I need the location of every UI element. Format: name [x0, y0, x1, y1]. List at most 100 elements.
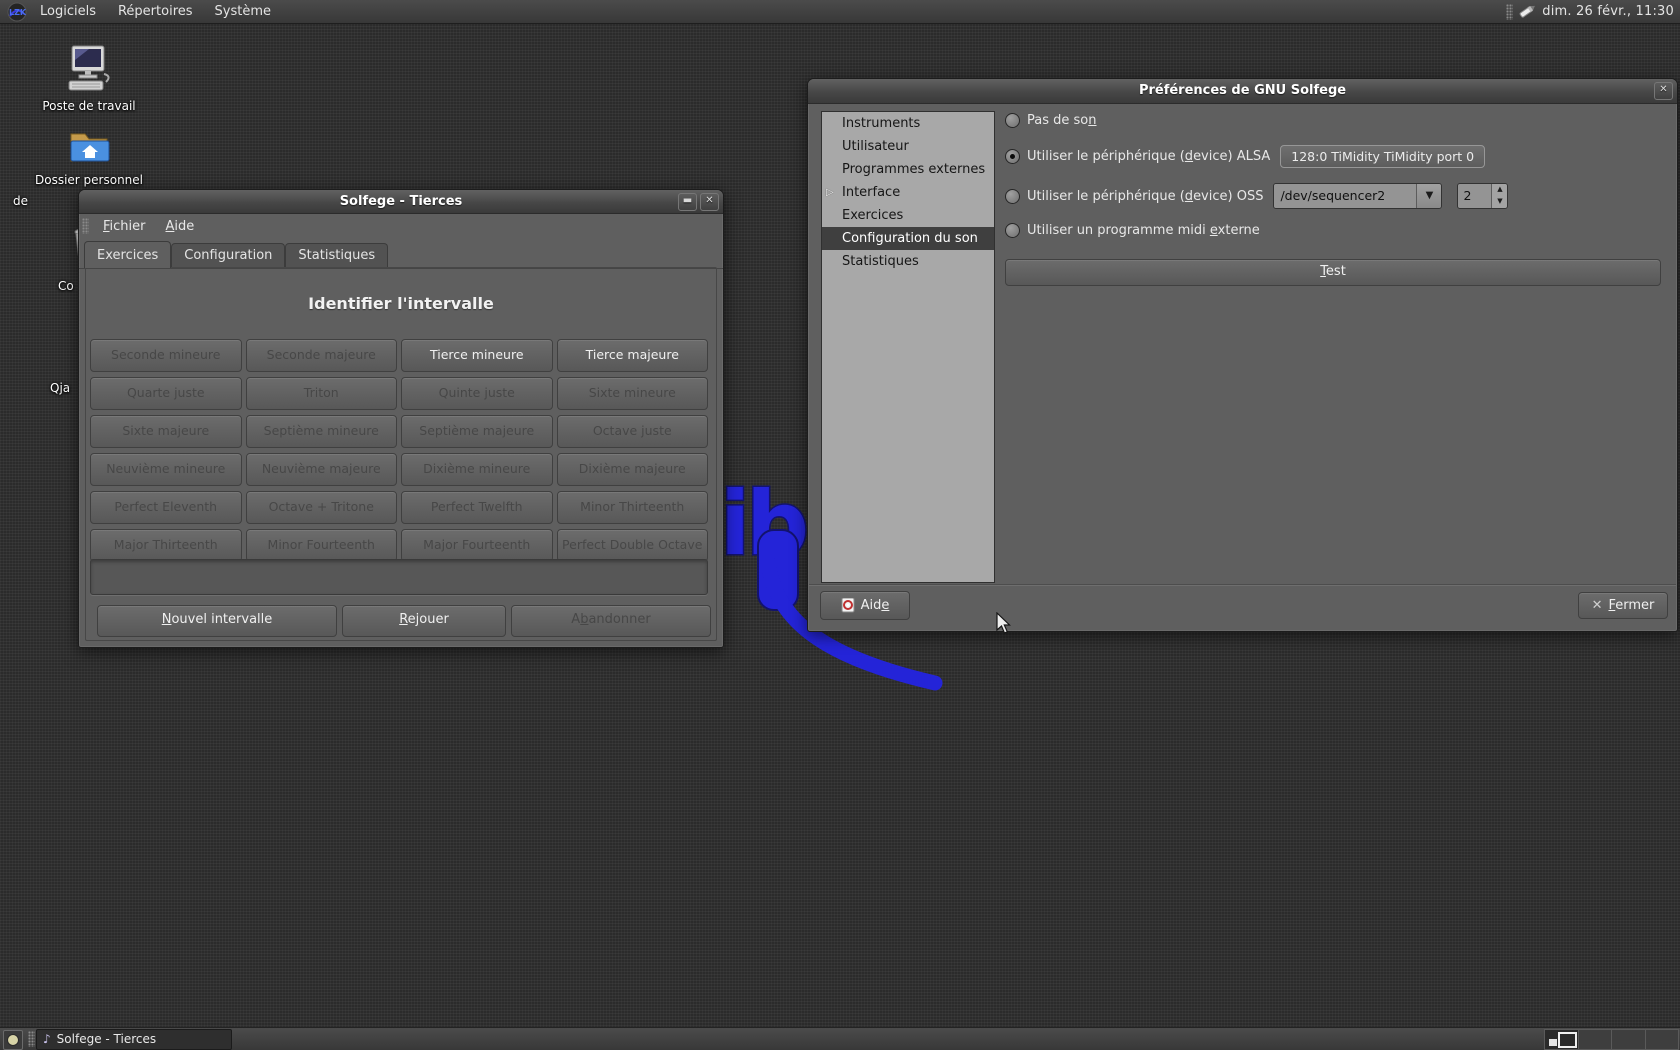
spin-up-icon[interactable]: ▲	[1492, 184, 1507, 196]
preferences-dialog: Préférences de GNU Solfege ✕ Instruments…	[807, 78, 1678, 632]
interval-button: Octave juste	[556, 415, 708, 448]
sidebar-item[interactable]: Programmes externes	[822, 158, 994, 181]
alsa-device-button[interactable]: 128:0 TiMidity TiMidity port 0	[1280, 145, 1486, 168]
spin-down-icon[interactable]: ▼	[1492, 196, 1507, 208]
preferences-titlebar[interactable]: Préférences de GNU Solfege ✕	[808, 79, 1677, 104]
tab-statistiques[interactable]: Statistiques	[285, 243, 389, 268]
show-desktop-button[interactable]	[3, 1030, 23, 1050]
radio-alsa[interactable]	[1005, 149, 1020, 164]
window-title: Solfege - Tierces	[339, 194, 463, 209]
close-x-icon: ✕	[1591, 598, 1603, 613]
sidebar-item[interactable]: Statistiques	[822, 250, 994, 273]
oss-device-combo[interactable]: /dev/sequencer2 ▼	[1273, 183, 1443, 209]
panel-grip[interactable]	[1506, 3, 1514, 20]
interval-button: Neuvième majeure	[245, 453, 397, 486]
radio-no-sound[interactable]	[1005, 113, 1020, 128]
home-folder-icon	[70, 133, 110, 162]
sidebar-item-label: Programmes externes	[842, 162, 986, 177]
sidebar-item[interactable]: ▷ Interface	[822, 181, 994, 204]
sidebar-item[interactable]: Utilisateur	[822, 135, 994, 158]
interval-button[interactable]: Tierce majeure	[556, 339, 708, 372]
option-no-sound[interactable]: Pas de son	[1005, 113, 1097, 128]
radio-oss[interactable]	[1005, 188, 1020, 204]
top-panel: LZK Logiciels Répertoires Système dim. 26 …	[0, 0, 1680, 24]
workspace-4[interactable]	[1646, 1030, 1679, 1049]
panel-menu-répertoires[interactable]: Répertoires	[107, 0, 204, 23]
tab-exercices[interactable]: Exercices	[84, 241, 172, 268]
sound-config-panel: Pas de son Utiliser le périphérique (dev…	[1005, 111, 1661, 581]
dialog-separator	[809, 584, 1676, 586]
chevron-down-icon[interactable]: ▼	[1416, 184, 1442, 208]
workspace-1[interactable]	[1545, 1030, 1579, 1049]
interval-button: Triton	[245, 377, 397, 410]
interval-button: Sixte majeure	[90, 415, 242, 448]
panel-menu-logiciels[interactable]: Logiciels	[29, 0, 107, 23]
interval-button: Seconde mineure	[90, 339, 242, 372]
interval-button[interactable]: Tierce mineure	[401, 339, 553, 372]
expander-icon[interactable]: ▷	[826, 181, 834, 204]
sidebar-item-label: Configuration du son	[842, 231, 978, 246]
task-label: Solfege - Tierces	[56, 1032, 157, 1046]
interval-grid: Seconde mineure Seconde majeure Tierce min…	[90, 339, 708, 562]
sidebar-item-label: Statistiques	[842, 254, 919, 269]
oss-device-value[interactable]: /dev/sequencer2	[1274, 184, 1417, 208]
desktop-icon-computer[interactable]: Poste de travail	[10, 44, 168, 113]
option-label: Utiliser un programme midi externe	[1027, 223, 1260, 238]
taskbar-task-solfege[interactable]: ♪ Solfege - Tierces	[36, 1029, 232, 1050]
answer-entry[interactable]	[90, 559, 708, 595]
interval-button: Minor Thirteenth	[556, 491, 708, 524]
menu-fichier[interactable]: Fichier	[94, 217, 155, 236]
music-note-icon: ♪	[43, 1032, 51, 1046]
close-icon[interactable]: ✕	[1654, 82, 1673, 100]
mini-window	[1549, 1039, 1557, 1046]
taskbar-grip[interactable]	[28, 1031, 35, 1047]
interval-button: Seconde majeure	[245, 339, 397, 372]
oss-port-value[interactable]: 2	[1458, 184, 1492, 208]
preferences-sidebar: Instruments Utilisateur Programmes externe…	[821, 111, 995, 583]
close-button-label: Fermer	[1608, 598, 1655, 613]
panel-menu-système[interactable]: Système	[204, 0, 282, 23]
close-button[interactable]: ✕ Fermer	[1578, 592, 1668, 619]
help-button[interactable]: Aide	[820, 591, 910, 620]
solfege-titlebar[interactable]: Solfege - Tierces ▬ ✕	[79, 190, 723, 214]
action-button: Abandonner	[511, 605, 711, 637]
dialog-title: Préférences de GNU Solfege	[1138, 83, 1347, 98]
solfege-tabs: Exercices Configuration Statistiques	[79, 238, 723, 269]
tab-configuration[interactable]: Configuration	[171, 243, 286, 268]
interval-button: Quarte juste	[90, 377, 242, 410]
option-label: Utiliser le périphérique (device) OSS	[1027, 188, 1264, 204]
workspace-3[interactable]	[1612, 1030, 1646, 1049]
oss-port-spinner[interactable]: 2 ▲ ▼	[1457, 183, 1509, 209]
interval-button: Quinte juste	[401, 377, 553, 410]
menubar-grip[interactable]	[82, 218, 89, 234]
workspace-2[interactable]	[1579, 1030, 1612, 1049]
test-button[interactable]: Test	[1005, 259, 1661, 286]
action-button[interactable]: Nouvel intervalle	[97, 605, 337, 637]
interval-button: Minor Fourteenth	[245, 529, 397, 562]
workspace-switcher	[1544, 1029, 1679, 1050]
clock[interactable]: dim. 26 févr., 11:30	[1538, 4, 1680, 19]
radio-external-midi[interactable]	[1005, 223, 1020, 238]
sidebar-item[interactable]: Configuration du son	[822, 227, 994, 250]
computer-icon	[68, 45, 110, 91]
close-icon[interactable]: ✕	[700, 193, 719, 211]
sidebar-item[interactable]: Exercices	[822, 204, 994, 227]
solfege-window: Solfege - Tierces ▬ ✕ Fichier Aide Exerci…	[78, 189, 724, 648]
stylus-applet-icon[interactable]	[1516, 3, 1538, 21]
menu-aide[interactable]: Aide	[157, 217, 204, 236]
help-icon	[841, 598, 855, 613]
icon-label: Poste de travail	[42, 99, 136, 113]
option-alsa[interactable]: Utiliser le périphérique (device) ALSA 1…	[1005, 145, 1486, 168]
option-oss[interactable]: Utiliser le périphérique (device) OSS /d…	[1005, 183, 1509, 209]
sidebar-item-label: Utilisateur	[842, 139, 909, 154]
action-button[interactable]: Rejouer	[342, 605, 506, 637]
icon-label: Dossier personnel	[34, 173, 143, 187]
interval-button: Perfect Double Octave	[556, 529, 708, 562]
interval-button: Septième mineure	[245, 415, 397, 448]
desktop-icon-home[interactable]: Dossier personnel de	[10, 126, 168, 208]
taskbar: ♪ Solfege - Tierces	[0, 1027, 1680, 1050]
sidebar-item[interactable]: Instruments	[822, 112, 994, 135]
menu-logo-icon[interactable]: LZK	[5, 2, 29, 22]
minimize-button[interactable]: ▬	[678, 193, 697, 211]
option-external-midi[interactable]: Utiliser un programme midi externe	[1005, 223, 1260, 238]
